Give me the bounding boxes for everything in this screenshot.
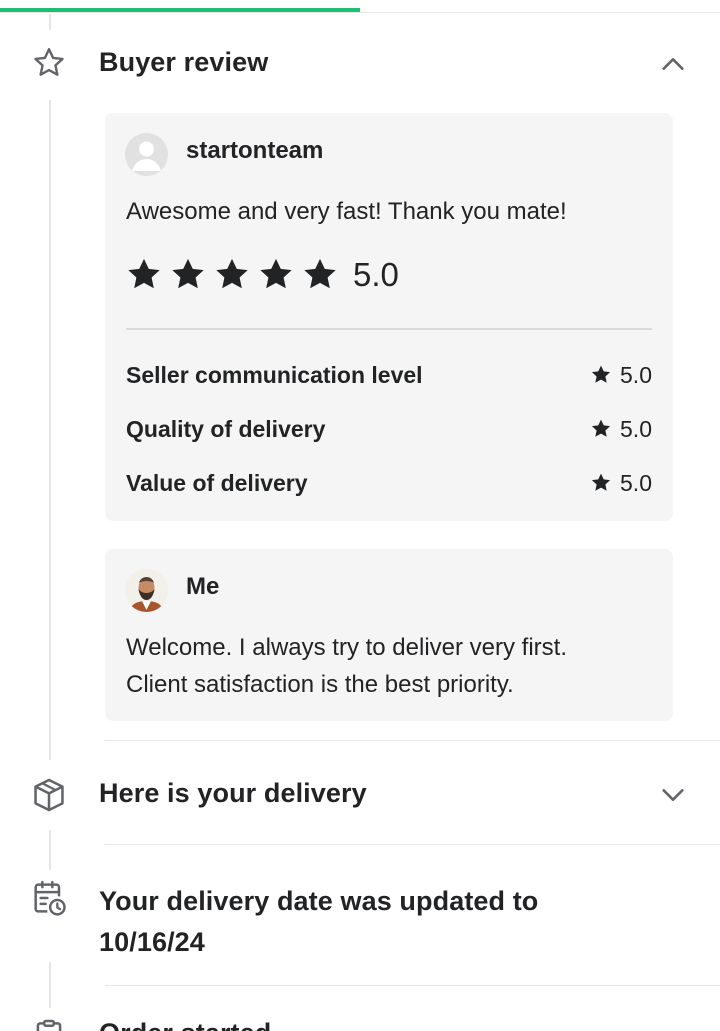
response-text: Welcome. I always try to deliver very fi… <box>126 629 567 703</box>
responder-username: Me <box>186 573 220 600</box>
progress-bar-fill <box>0 8 360 12</box>
buyer-review-title: Buyer review <box>99 47 269 77</box>
overall-score: 5.0 <box>353 256 399 293</box>
star-icon <box>591 365 611 383</box>
divider <box>105 985 720 986</box>
divider <box>105 740 720 741</box>
rating-row-quality: Quality of delivery 5.0 <box>126 413 652 445</box>
response-line: Welcome. I always try to deliver very fi… <box>126 634 567 661</box>
star-icon <box>591 419 611 437</box>
star-icon <box>216 258 248 289</box>
timeline-line <box>49 14 51 30</box>
calendar-clock-icon <box>29 878 69 918</box>
rating-value: 5.0 <box>620 415 652 442</box>
review-card: startonteam Awesome and very fast! Thank… <box>105 113 673 521</box>
rating-row-value: Value of delivery 5.0 <box>126 467 652 499</box>
star-rating: 5.0 <box>125 256 399 294</box>
next-event-title: Order started <box>99 1018 271 1031</box>
chevron-up-icon[interactable] <box>656 47 690 81</box>
response-line: Client satisfaction is the best priority… <box>126 671 514 698</box>
chevron-down-icon[interactable] <box>656 778 690 812</box>
rating-label: Quality of delivery <box>126 415 326 442</box>
date-update-title: Your delivery date was updated to 10/16/… <box>99 881 538 963</box>
star-icon <box>128 258 160 289</box>
divider <box>126 328 652 330</box>
rating-label: Value of delivery <box>126 469 308 496</box>
clipboard-icon <box>29 1016 69 1031</box>
date-update-date: 10/16/24 <box>99 927 205 957</box>
date-update-line: Your delivery date was updated to <box>99 886 539 916</box>
star-icon <box>172 258 204 289</box>
star-icon <box>591 473 611 491</box>
review-text: Awesome and very fast! Thank you mate! <box>126 198 567 225</box>
rating-value: 5.0 <box>620 469 652 496</box>
rating-label: Seller communication level <box>126 361 423 388</box>
avatar <box>125 133 168 176</box>
star-outline-icon <box>29 43 69 83</box>
delivery-title: Here is your delivery <box>99 778 367 808</box>
avatar[interactable] <box>125 569 168 612</box>
divider <box>105 844 720 845</box>
rating-value: 5.0 <box>620 361 652 388</box>
timeline-line <box>49 100 51 760</box>
timeline-line <box>49 830 51 870</box>
star-icon <box>304 258 336 289</box>
star-icon <box>260 258 292 289</box>
package-icon <box>29 775 69 815</box>
timeline-line <box>49 962 51 1008</box>
rating-row-communication: Seller communication level 5.0 <box>126 359 652 391</box>
seller-response-card: Me Welcome. I always try to deliver very… <box>105 549 673 721</box>
reviewer-username[interactable]: startonteam <box>186 137 323 165</box>
